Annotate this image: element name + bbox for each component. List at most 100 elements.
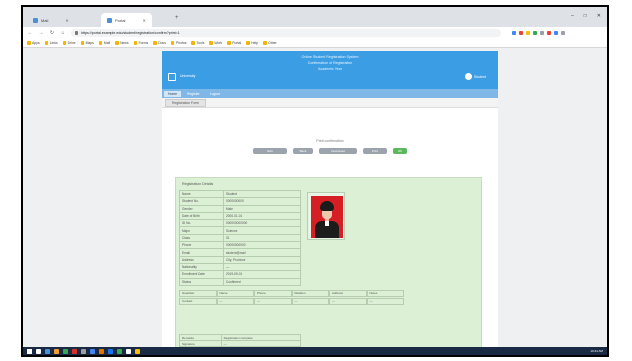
- bookmark-icon: [115, 41, 119, 45]
- taskbar-app-icon[interactable]: [135, 348, 140, 354]
- extension-icon[interactable]: [561, 31, 565, 35]
- web-page: Online Student Registration System Confi…: [23, 48, 607, 355]
- minimize-button[interactable]: –: [571, 13, 574, 19]
- taskbar-app-icon[interactable]: [63, 348, 68, 354]
- info-table: Name Student Student No. 0000000000 Gender Ma…: [179, 189, 301, 286]
- taskbar-app-icon[interactable]: [108, 348, 113, 354]
- browser-tab-strip: Mail ✕ Portal ✕ + – □ ✕: [23, 7, 607, 27]
- table-cell: Contact: [179, 298, 217, 305]
- bookmark-item[interactable]: Work: [209, 41, 222, 45]
- extension-icon[interactable]: [526, 31, 530, 35]
- banner-subtitle: Confirmation of Registration: [307, 61, 353, 65]
- action-button[interactable]: Download: [319, 148, 357, 154]
- bookmark-item[interactable]: Portal: [227, 41, 241, 45]
- taskbar-app-icon[interactable]: [45, 348, 50, 354]
- close-icon[interactable]: ✕: [65, 18, 68, 23]
- close-window-button[interactable]: ✕: [597, 13, 601, 19]
- org-name: University: [180, 74, 196, 78]
- extension-icon[interactable]: [533, 31, 537, 35]
- banner-title: Online Student Registration System: [301, 55, 359, 59]
- table-cell: —: [254, 298, 292, 305]
- reload-button[interactable]: ↻: [49, 30, 55, 36]
- table-row: Nationality —: [179, 262, 301, 272]
- bookmark-label: Photos: [175, 41, 187, 45]
- system-tray: 10:24 AM: [590, 349, 603, 353]
- clock[interactable]: 10:24 AM: [590, 349, 603, 353]
- forward-button[interactable]: →: [38, 30, 44, 36]
- bookmark-item[interactable]: Maps: [80, 41, 94, 45]
- address-url: https://portal.example.edu/student/regis…: [81, 31, 180, 35]
- field-value: City, Province: [223, 255, 301, 264]
- taskbar-app-icon[interactable]: [72, 348, 77, 354]
- table-row: Email student@mail: [179, 248, 301, 257]
- browser-tab[interactable]: Mail ✕: [27, 13, 75, 27]
- address-bar[interactable]: https://portal.example.edu/student/regis…: [71, 29, 501, 37]
- tab-registration-form[interactable]: Registration Form: [165, 98, 206, 107]
- bookmark-item[interactable]: Mail: [98, 41, 110, 45]
- extension-icon[interactable]: [512, 31, 516, 35]
- taskbar-app-icon[interactable]: [90, 348, 95, 354]
- bookmark-icon: [263, 41, 267, 45]
- extension-icon[interactable]: [519, 31, 523, 35]
- taskbar-app-icon[interactable]: [36, 348, 41, 354]
- field-value: 2019-09-01: [223, 270, 301, 279]
- bookmark-item[interactable]: Tools: [191, 41, 204, 45]
- action-button[interactable]: Edit: [253, 148, 287, 154]
- table-row: Student No. 0000000000: [179, 197, 301, 206]
- bookmark-item[interactable]: Help: [246, 41, 258, 45]
- field-label: ID No.: [179, 219, 224, 228]
- new-tab-button[interactable]: +: [175, 15, 179, 21]
- taskbar-app-icon[interactable]: [54, 348, 59, 354]
- bookmark-item[interactable]: News: [115, 41, 129, 45]
- back-button[interactable]: ←: [27, 30, 33, 36]
- taskbar-app-icon[interactable]: [81, 348, 86, 354]
- bookmark-item[interactable]: Apps: [27, 41, 40, 45]
- bookmark-item[interactable]: Other: [263, 41, 277, 45]
- extension-icon[interactable]: [554, 31, 558, 35]
- home-button[interactable]: ⌂: [60, 30, 66, 36]
- university-logo-icon: [168, 73, 176, 81]
- field-label: Gender: [179, 204, 224, 213]
- bookmark-icon: [153, 41, 157, 45]
- bookmark-item[interactable]: Forms: [133, 41, 149, 45]
- taskbar-app-icon[interactable]: [99, 348, 104, 354]
- user-label: Student: [473, 74, 486, 79]
- bookmark-label: Forms: [138, 41, 149, 45]
- tab-title: Portal: [115, 17, 126, 23]
- table-cell: Notes: [366, 290, 404, 297]
- taskbar-app-icon[interactable]: [117, 348, 122, 354]
- bookmark-icon: [227, 41, 231, 45]
- bookmark-icon: [170, 41, 175, 45]
- bookmark-label: Other: [268, 41, 277, 45]
- taskbar-apps: [36, 348, 140, 354]
- bookmark-item[interactable]: Drive: [62, 41, 76, 45]
- bookmark-icon: [133, 41, 138, 45]
- maximize-button[interactable]: □: [584, 13, 587, 19]
- action-button[interactable]: Back: [293, 148, 313, 154]
- close-icon[interactable]: ✕: [142, 18, 145, 23]
- field-label: Class: [179, 233, 224, 243]
- student-photo-frame: [307, 192, 345, 240]
- bookmark-item[interactable]: Links: [44, 41, 58, 45]
- table-row: Name Student: [179, 189, 301, 199]
- action-button[interactable]: Print: [363, 148, 387, 154]
- window-controls: – □ ✕: [571, 13, 601, 19]
- action-button[interactable]: OK: [393, 148, 407, 154]
- field-value: 01: [223, 233, 301, 243]
- extension-icon[interactable]: [547, 31, 551, 35]
- browser-tab-active[interactable]: Portal ✕: [101, 13, 152, 27]
- table-cell: —: [216, 298, 254, 305]
- tab-title: Mail: [41, 17, 49, 23]
- tab-home[interactable]: Home: [164, 90, 182, 97]
- taskbar-app-icon[interactable]: [126, 348, 131, 354]
- user-menu[interactable]: Student: [464, 73, 486, 80]
- bookmark-item[interactable]: Docs: [153, 41, 166, 45]
- table-row: Guardian Name Phone Relation Address Notes: [179, 290, 404, 297]
- extension-icon[interactable]: [540, 31, 544, 35]
- tab-logout[interactable]: Logout: [206, 91, 224, 97]
- bookmark-item[interactable]: Photos: [170, 41, 187, 45]
- bookmark-label: Links: [49, 41, 58, 45]
- bookmark-label: Docs: [158, 41, 166, 45]
- tab-register[interactable]: Register: [183, 91, 204, 97]
- windows-start-icon[interactable]: [27, 348, 32, 354]
